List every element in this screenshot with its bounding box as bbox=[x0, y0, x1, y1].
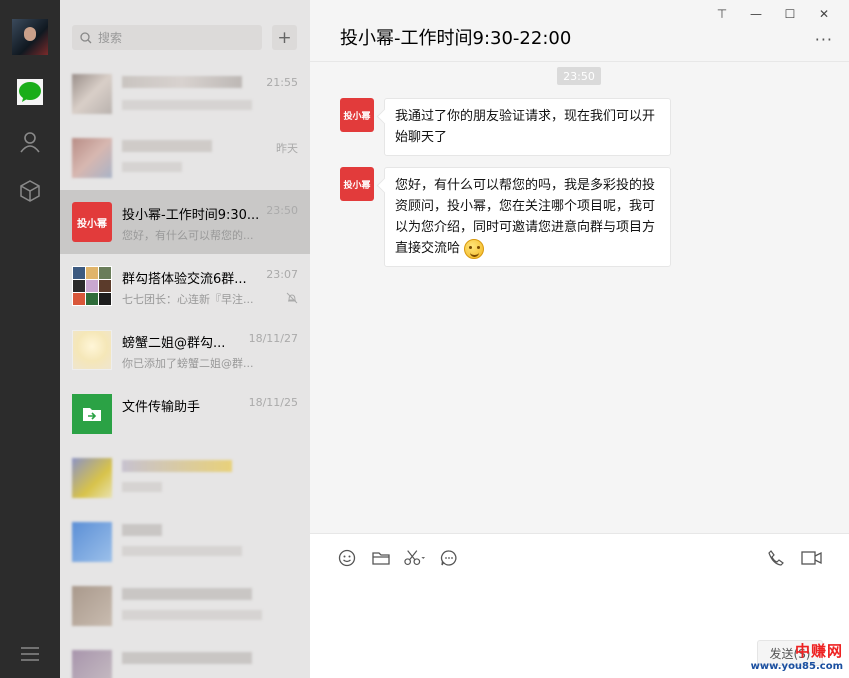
conversation-time: 23:50 bbox=[266, 204, 298, 217]
emoji-icon[interactable] bbox=[336, 548, 358, 568]
window-controls: ⊤ — ☐ ✕ bbox=[705, 6, 841, 22]
conversation-item[interactable] bbox=[60, 510, 310, 574]
watermark-title: 中赚网 bbox=[794, 642, 843, 660]
wechat-window: + 21:55 昨天 投小幂 投小幂-工作时间9:30... bbox=[0, 0, 849, 678]
sender-avatar[interactable]: 投小幂 bbox=[340, 167, 374, 201]
conversation-item[interactable]: 文件传输助手 18/11/25 bbox=[60, 382, 310, 446]
watermark-url: www.you85.com bbox=[750, 661, 843, 672]
conversation-item[interactable] bbox=[60, 574, 310, 638]
conversation-item[interactable] bbox=[60, 446, 310, 510]
conversation-item[interactable] bbox=[60, 638, 310, 678]
chat-title: 投小幂-工作时间9:30-22:00 bbox=[340, 28, 572, 49]
avatar: 投小幂 bbox=[72, 202, 112, 242]
phone-icon[interactable] bbox=[765, 548, 787, 568]
conversation-item-active[interactable]: 投小幂 投小幂-工作时间9:30... 23:50 您好，有什么可以帮您的... bbox=[60, 190, 310, 254]
message-row: 投小幂 您好，有什么可以帮您的吗，我是多彩投的投资顾问，投小幂，您在关注哪个项目… bbox=[340, 167, 671, 267]
conversation-item[interactable]: 昨天 bbox=[60, 126, 310, 190]
minimize-button[interactable]: — bbox=[739, 6, 773, 22]
search-input[interactable] bbox=[98, 30, 248, 45]
conversation-preview: 你已添加了螃蟹二姐@群... bbox=[122, 357, 254, 370]
avatar bbox=[72, 522, 112, 562]
chat-header: 投小幂-工作时间9:30-22:00 ⊤ — ☐ ✕ ··· bbox=[310, 0, 849, 62]
pin-button[interactable]: ⊤ bbox=[705, 6, 739, 22]
search-box[interactable] bbox=[72, 25, 262, 50]
conversation-list-panel: + 21:55 昨天 投小幂 投小幂-工作时间9:30... bbox=[60, 0, 310, 678]
conversation-time: 23:07 bbox=[266, 268, 298, 281]
conversation-time: 18/11/27 bbox=[248, 332, 298, 345]
conversation-preview: 七七团长：心连新『早注... bbox=[122, 293, 254, 306]
scissors-icon[interactable] bbox=[404, 548, 426, 568]
maximize-button[interactable]: ☐ bbox=[773, 6, 807, 22]
conversation-time: 18/11/25 bbox=[248, 396, 298, 409]
blurred-name bbox=[122, 140, 212, 152]
conversation-name: 群勾搭体验交流6群... bbox=[122, 272, 247, 287]
avatar-text: 投小幂 bbox=[77, 218, 107, 230]
blurred-name bbox=[122, 76, 242, 88]
more-options-button[interactable]: ··· bbox=[815, 30, 833, 49]
smile-emoji-icon bbox=[464, 238, 485, 259]
composer-toolbar bbox=[336, 548, 460, 568]
group-avatar bbox=[72, 266, 112, 306]
nav-rail bbox=[0, 0, 60, 678]
blurred-name bbox=[122, 588, 252, 600]
user-avatar[interactable] bbox=[12, 19, 48, 55]
chat-history-icon[interactable] bbox=[438, 548, 460, 568]
add-button[interactable]: + bbox=[272, 25, 297, 50]
favorites-cube-icon[interactable] bbox=[17, 178, 43, 204]
watermark: 中赚网 www.you85.com bbox=[751, 640, 843, 672]
search-icon bbox=[80, 31, 92, 43]
conversation-item[interactable]: 螃蟹二姐@群勾... 18/11/27 你已添加了螃蟹二姐@群... bbox=[60, 318, 310, 382]
sender-avatar[interactable]: 投小幂 bbox=[340, 98, 374, 132]
chat-icon[interactable] bbox=[17, 79, 43, 105]
blurred-name bbox=[122, 460, 232, 472]
blurred-name bbox=[122, 652, 252, 664]
avatar bbox=[72, 330, 112, 370]
message-timestamp: 23:50 bbox=[557, 67, 601, 85]
message-bubble[interactable]: 我通过了你的朋友验证请求，现在我们可以开始聊天了 bbox=[384, 98, 671, 156]
blurred-preview bbox=[122, 482, 162, 492]
close-button[interactable]: ✕ bbox=[807, 6, 841, 22]
conversation-list: 21:55 昨天 投小幂 投小幂-工作时间9:30... 23:50 您好，有什… bbox=[60, 62, 310, 678]
blurred-preview bbox=[122, 162, 182, 172]
file-transfer-icon bbox=[72, 394, 112, 434]
message-text: 您好，有什么可以帮您的吗，我是多彩投的投资顾问，投小幂，您在关注哪个项目呢，我可… bbox=[395, 178, 656, 256]
message-bubble[interactable]: 您好，有什么可以帮您的吗，我是多彩投的投资顾问，投小幂，您在关注哪个项目呢，我可… bbox=[384, 167, 671, 267]
video-call-icon[interactable] bbox=[801, 548, 823, 568]
blurred-name bbox=[122, 524, 162, 536]
message-row: 投小幂 我通过了你的朋友验证请求，现在我们可以开始聊天了 bbox=[340, 98, 671, 156]
chat-panel: 投小幂-工作时间9:30-22:00 ⊤ — ☐ ✕ ··· 23:50 投小幂… bbox=[310, 0, 849, 678]
avatar bbox=[72, 650, 112, 678]
call-toolbar bbox=[765, 548, 823, 568]
conversation-item[interactable]: 群勾搭体验交流6群... 23:07 七七团长：心连新『早注... bbox=[60, 254, 310, 318]
composer: 发送(S) 中赚网 www.you85.com bbox=[310, 533, 849, 678]
contacts-icon[interactable] bbox=[17, 129, 43, 155]
blurred-preview bbox=[122, 610, 262, 620]
avatar bbox=[72, 586, 112, 626]
blurred-preview bbox=[122, 100, 252, 110]
conversation-item[interactable]: 21:55 bbox=[60, 62, 310, 126]
conversation-name: 文件传输助手 bbox=[122, 400, 201, 415]
mute-bell-icon bbox=[286, 292, 298, 304]
conversation-preview: 您好，有什么可以帮您的... bbox=[122, 229, 254, 242]
conversation-name: 投小幂-工作时间9:30... bbox=[122, 208, 260, 223]
avatar bbox=[72, 74, 112, 114]
conversation-time: 昨天 bbox=[276, 142, 298, 155]
avatar bbox=[72, 458, 112, 498]
blurred-preview bbox=[122, 546, 242, 556]
conversation-time: 21:55 bbox=[266, 76, 298, 89]
avatar bbox=[72, 138, 112, 178]
menu-icon[interactable] bbox=[17, 641, 43, 667]
conversation-name: 螃蟹二姐@群勾... bbox=[122, 336, 226, 351]
folder-icon[interactable] bbox=[370, 548, 392, 568]
